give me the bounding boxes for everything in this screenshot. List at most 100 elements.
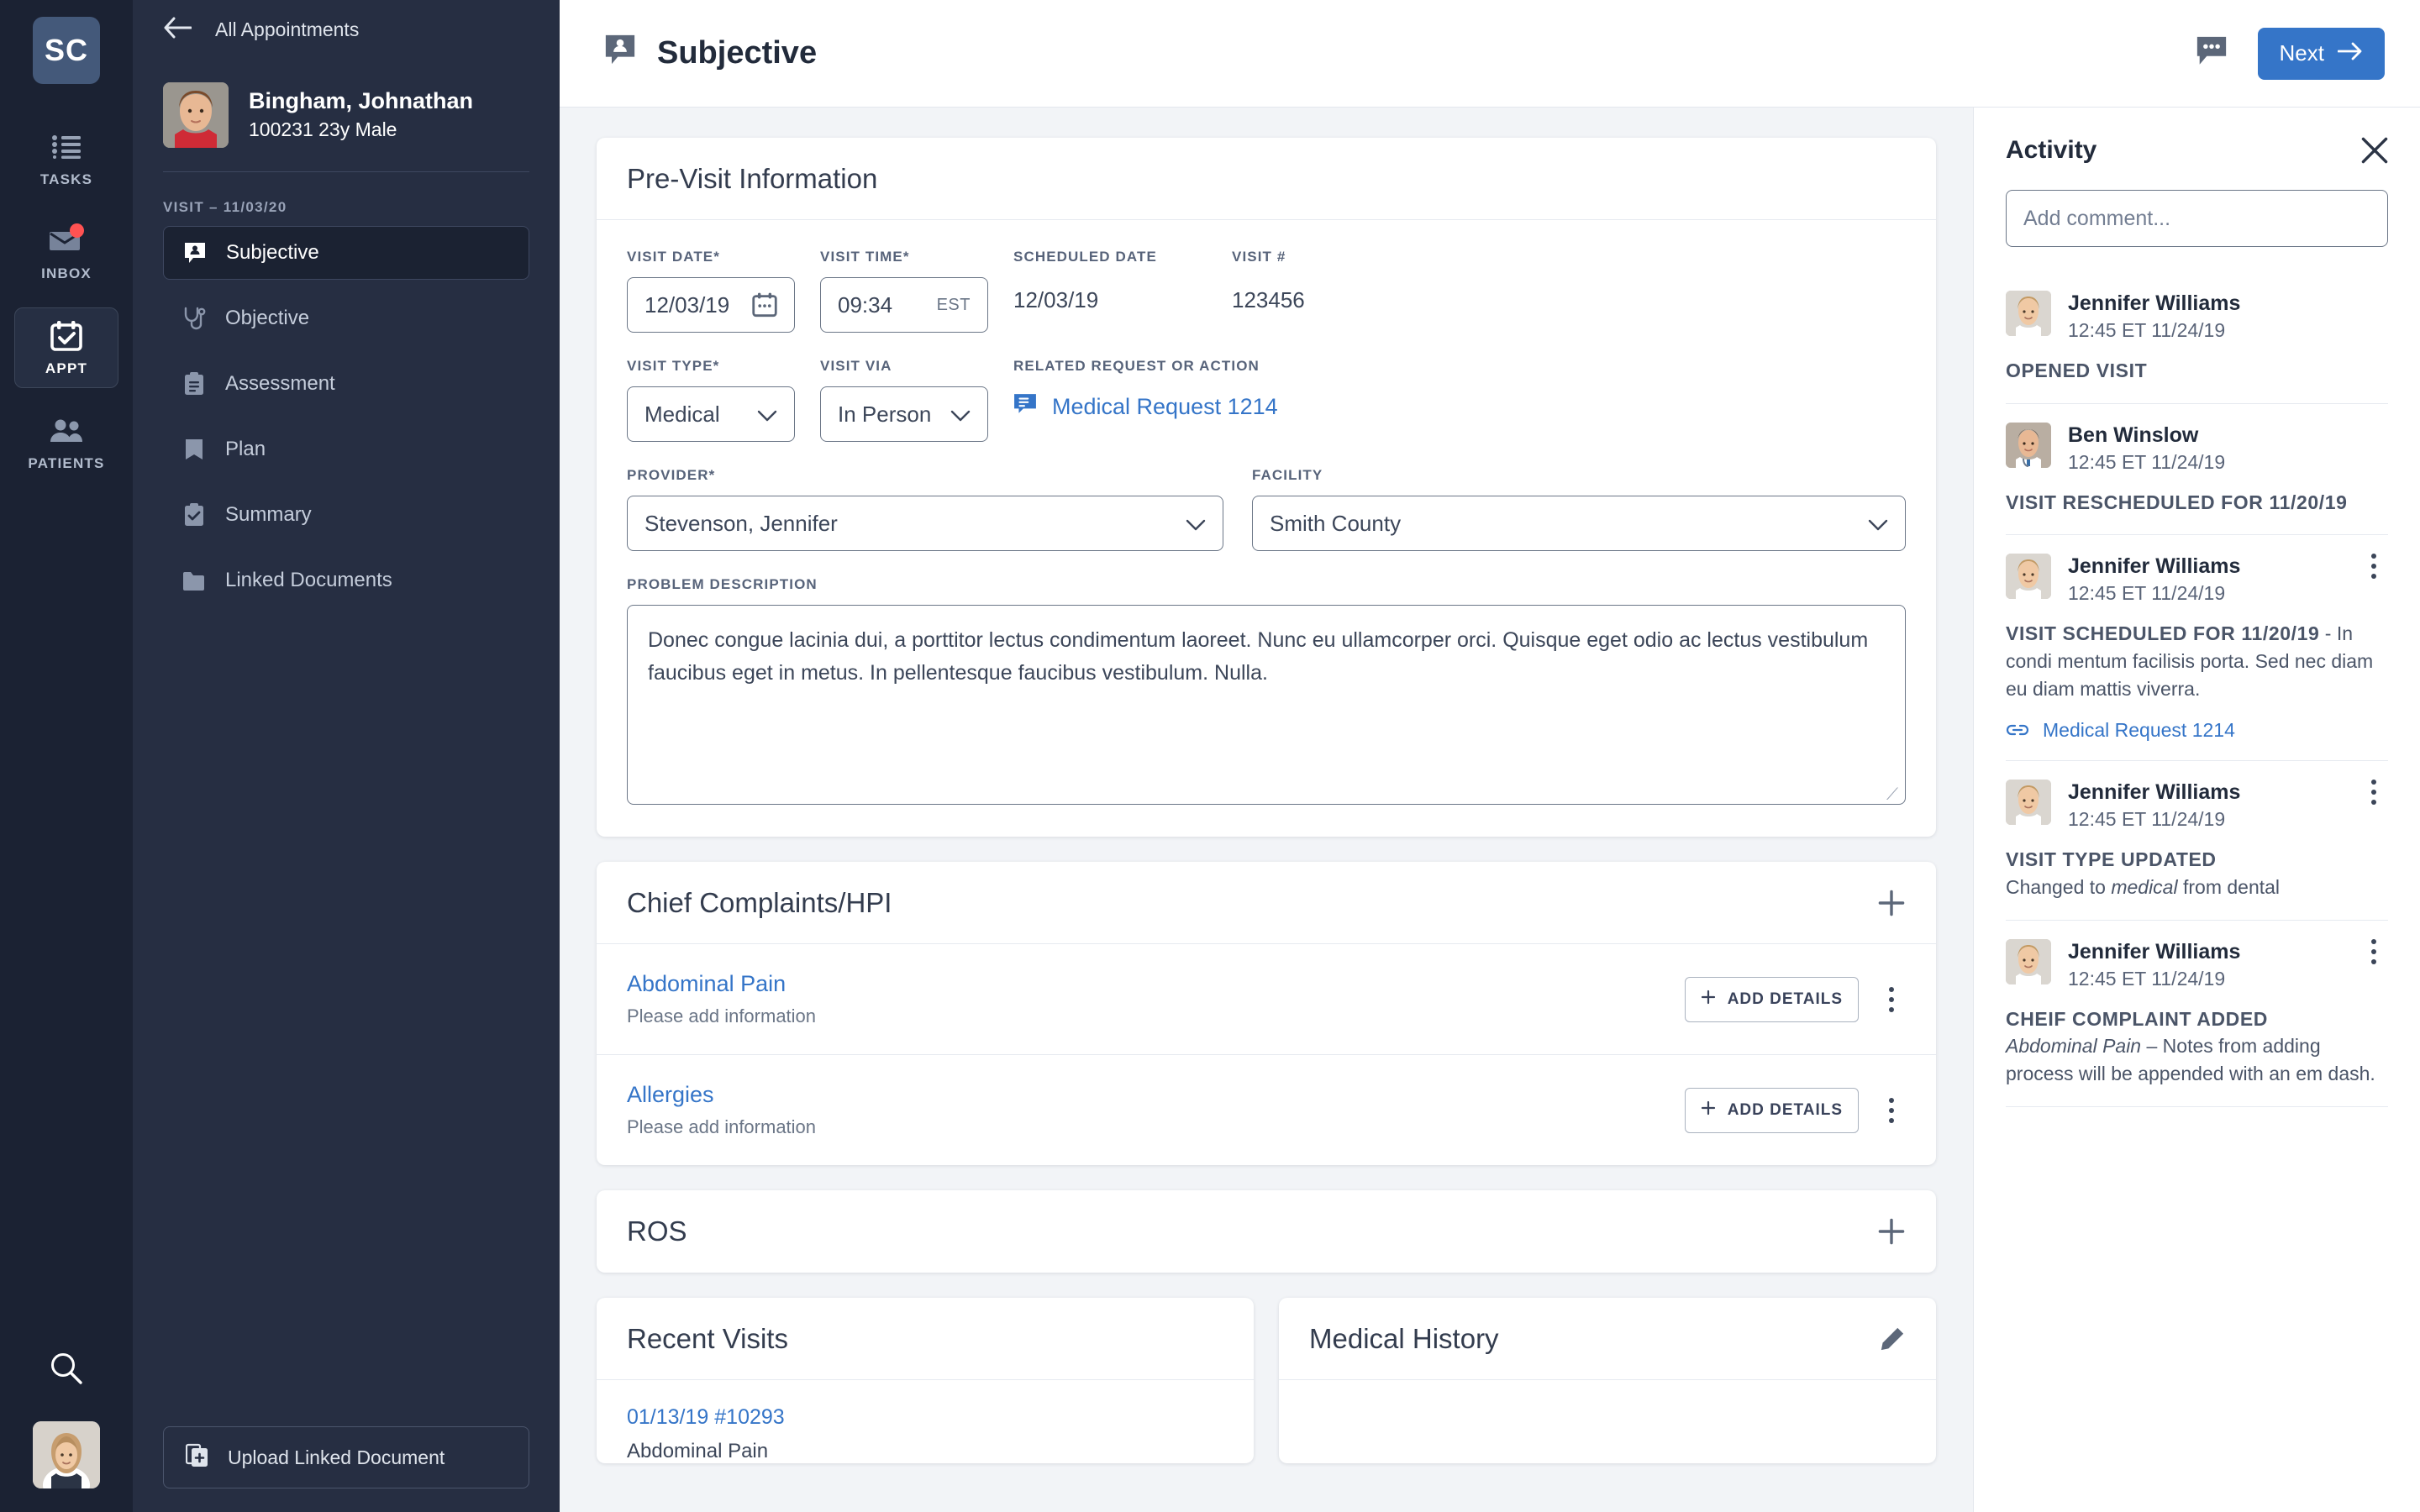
rail-item-appt[interactable]: APPT <box>14 307 118 388</box>
label-facility: FACILITY <box>1252 467 1323 483</box>
activity-related-link[interactable]: Medical Request 1214 <box>2006 719 2388 742</box>
visit-date-value: 12/03/19 <box>644 291 730 318</box>
activity-tag: OPENED VISIT <box>2006 360 2148 381</box>
more-options-icon[interactable] <box>2360 938 2388 964</box>
add-comment-input[interactable]: Add comment... <box>2006 190 2388 247</box>
back-to-appointments[interactable]: All Appointments <box>133 0 560 59</box>
add-details-button[interactable]: ADD DETAILS <box>1684 976 1859 1022</box>
sidebar-item-assessment[interactable]: Assessment <box>163 357 529 411</box>
folder-icon <box>182 570 207 591</box>
add-details-label: ADD DETAILS <box>1727 1100 1843 1119</box>
rail-item-patients[interactable]: PATIENTS <box>14 403 118 482</box>
chevron-down-icon <box>1868 511 1888 537</box>
activity-body: CHEIF COMPLAINT ADDED Abdominal Pain – N… <box>2006 1005 2388 1088</box>
activity-author: Ben Winslow <box>2068 423 2199 447</box>
search-icon[interactable] <box>50 1352 83 1389</box>
add-details-button[interactable]: ADD DETAILS <box>1684 1087 1859 1133</box>
chief-complaint-name[interactable]: Allergies <box>627 1082 816 1108</box>
problem-description-textarea[interactable]: Donec congue lacinia dui, a porttitor le… <box>627 605 1906 805</box>
comment-icon[interactable] <box>2194 34 2229 72</box>
provider-select[interactable]: Stevenson, Jennifer <box>627 496 1223 551</box>
visit-time-value: 09:34 <box>838 291 893 318</box>
sidebar-label-objective: Objective <box>225 307 310 329</box>
patient-header: Bingham, Johnathan 100231 23y Male <box>133 59 560 148</box>
chief-complaint-row: Allergies Please add information ADD DET… <box>597 1055 1936 1165</box>
more-options-icon[interactable] <box>1877 986 1906 1012</box>
activity-text-emphasis: Abdominal Pain <box>2006 1035 2142 1058</box>
edit-medical-history-button[interactable] <box>1879 1326 1906 1352</box>
visit-time-input[interactable]: 09:34 EST <box>820 277 988 333</box>
more-options-icon[interactable] <box>1877 1097 1906 1123</box>
visit-date-input[interactable]: 12/03/19 <box>627 277 795 333</box>
chief-complaint-name[interactable]: Abdominal Pain <box>627 971 816 997</box>
sidebar-item-linked-documents[interactable]: Linked Documents <box>163 554 529 607</box>
activity-timestamp: 12:45 ET 11/24/19 <box>2068 319 2226 341</box>
activity-item-header: Jennifer Williams 12:45 ET 11/24/19 <box>2006 554 2388 605</box>
upload-linked-document-label: Upload Linked Document <box>228 1446 445 1468</box>
label-visit-number: VISIT # <box>1232 249 1286 265</box>
inbox-unread-badge <box>70 223 84 238</box>
add-ros-button[interactable] <box>1877 1217 1906 1246</box>
activity-text-wrap: Changed to medical from dental <box>2006 875 2281 898</box>
upload-linked-document-button[interactable]: Upload Linked Document <box>163 1426 529 1488</box>
activity-timestamp: 12:45 ET 11/24/19 <box>2068 808 2226 831</box>
pencil-icon <box>1881 1327 1904 1350</box>
provider-value: Stevenson, Jennifer <box>644 510 838 536</box>
activity-body: VISIT TYPE UPDATED Changed to medical fr… <box>2006 846 2388 900</box>
rail-label-appt: APPT <box>45 360 88 376</box>
content-column: Pre-Visit Information VISIT DATE* 12/03/… <box>560 108 1973 1512</box>
more-options-icon[interactable] <box>2360 554 2388 580</box>
activity-item: Jennifer Williams 12:45 ET 11/24/19 VISI… <box>2006 535 2388 762</box>
scheduled-date-value: 12/03/19 <box>1013 287 1099 312</box>
activity-author: Jennifer Williams <box>2068 780 2241 805</box>
chevron-down-icon <box>1186 511 1206 537</box>
close-icon[interactable] <box>2361 137 2388 164</box>
app-logo[interactable]: SC <box>33 17 100 84</box>
user-avatar[interactable] <box>33 1421 100 1488</box>
chevron-down-icon <box>950 402 971 428</box>
patient-meta: 100231 23y Male <box>249 118 397 141</box>
envelope-icon <box>49 223 84 257</box>
people-icon <box>49 415 84 447</box>
label-visit-time: VISIT TIME* <box>820 249 910 265</box>
activity-tag: CHEIF COMPLAINT ADDED <box>2006 1007 2269 1030</box>
label-related-request: RELATED REQUEST OR ACTION <box>1013 358 1260 374</box>
recent-visits-header: Recent Visits <box>597 1298 1254 1380</box>
activity-timestamp: 12:45 ET 11/24/19 <box>2068 582 2226 605</box>
medical-history-title: Medical History <box>1309 1322 1499 1354</box>
sidebar-item-subjective[interactable]: Subjective <box>163 226 529 280</box>
calendar-icon[interactable] <box>752 292 777 318</box>
sidebar-item-plan[interactable]: Plan <box>163 423 529 476</box>
visit-number-value: 123456 <box>1232 287 1305 312</box>
plus-icon <box>1878 1218 1905 1245</box>
previsit-form: VISIT DATE* 12/03/19 VISIT TIME* 09:34 E… <box>597 220 1936 837</box>
label-problem-description: PROBLEM DESCRIPTION <box>627 576 818 592</box>
activity-item: Jennifer Williams 12:45 ET 11/24/19 OPEN… <box>2006 272 2388 404</box>
label-visit-via: VISIT VIA <box>820 358 892 374</box>
recent-visit-link[interactable]: 01/13/19 #10293 <box>627 1405 1223 1430</box>
chief-complaints-title: Chief Complaints/HPI <box>627 886 892 918</box>
book-icon <box>182 438 207 461</box>
rail-item-tasks[interactable]: TASKS <box>14 119 118 198</box>
add-chief-complaint-button[interactable] <box>1877 889 1906 917</box>
visit-time-timezone: EST <box>936 295 971 314</box>
next-button[interactable]: Next <box>2257 27 2385 80</box>
chief-complaint-sub: Please add information <box>627 1005 817 1026</box>
chief-complaint-actions: ADD DETAILS <box>1684 1087 1906 1133</box>
related-request-link[interactable]: Medical Request 1214 <box>1013 386 1906 421</box>
chief-complaint-row: Abdominal Pain Please add information AD… <box>597 944 1936 1055</box>
problem-description-value: Donec congue lacinia dui, a porttitor le… <box>648 628 1869 685</box>
facility-select[interactable]: Smith County <box>1252 496 1906 551</box>
rail-item-inbox[interactable]: INBOX <box>14 213 118 292</box>
sidebar-item-summary[interactable]: Summary <box>163 488 529 542</box>
sidebar-item-objective[interactable]: Objective <box>163 291 529 345</box>
previsit-row-3: PROVIDER* Stevenson, Jennifer FACILITY S… <box>627 467 1906 551</box>
visit-type-select[interactable]: Medical <box>627 386 795 442</box>
sidebar-label-summary: Summary <box>225 503 312 526</box>
activity-item-header: Jennifer Williams 12:45 ET 11/24/19 <box>2006 938 2388 990</box>
facility-value: Smith County <box>1270 510 1402 536</box>
more-options-icon[interactable] <box>2360 780 2388 806</box>
page-title: Subjective <box>657 35 818 71</box>
visit-via-select[interactable]: In Person <box>820 386 988 442</box>
resize-handle-icon[interactable]: ⟋ <box>1886 786 1900 803</box>
